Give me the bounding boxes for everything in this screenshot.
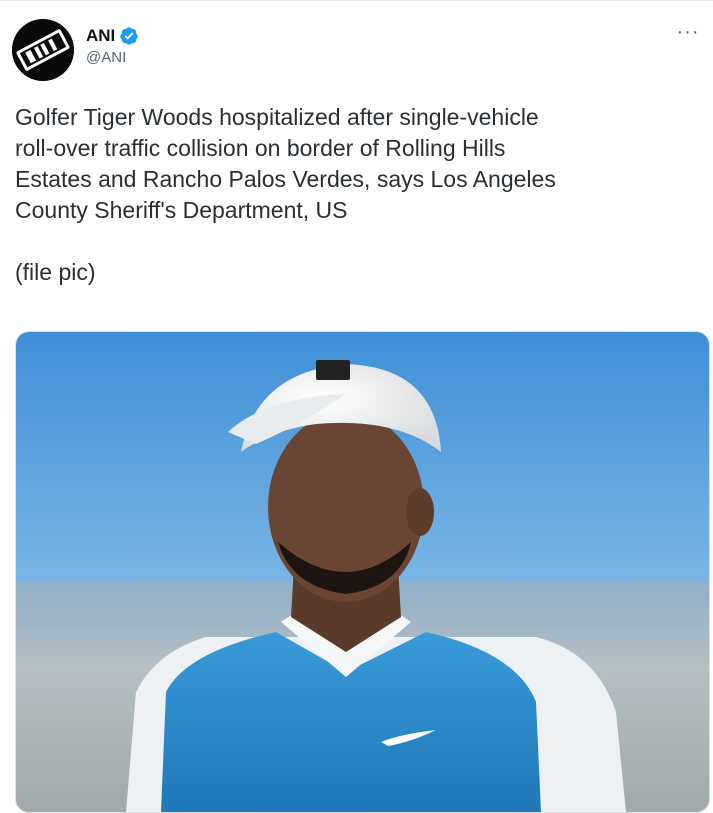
- tweet-text: Golfer Tiger Woods hospitalized after si…: [15, 104, 556, 285]
- author-name-row: ANI: [86, 26, 139, 46]
- ani-logo-icon: [12, 19, 74, 81]
- top-divider: [0, 0, 713, 1]
- author-name[interactable]: ANI: [86, 26, 115, 46]
- more-options-button[interactable]: ···: [673, 20, 703, 44]
- golfer-photo: [16, 332, 709, 812]
- verified-badge-icon: [120, 27, 139, 45]
- author-handle[interactable]: @ANI: [86, 49, 139, 66]
- author-avatar[interactable]: [12, 19, 74, 81]
- more-horizontal-icon: ···: [676, 20, 700, 43]
- author-block: ANI @ANI: [86, 26, 139, 66]
- tweet-media-photo[interactable]: [15, 331, 710, 813]
